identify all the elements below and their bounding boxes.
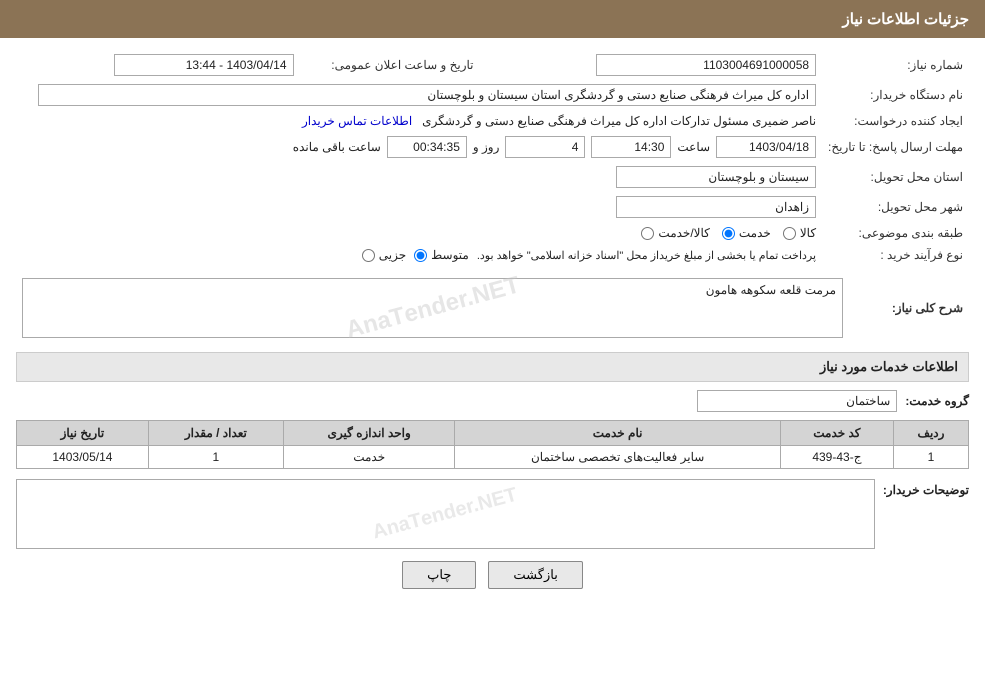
watermark: AnaТender.NET bbox=[343, 271, 523, 344]
ijad-link[interactable]: اطلاعات تماس خریدار bbox=[302, 114, 412, 128]
mohlat-date: 1403/04/18 bbox=[716, 136, 816, 158]
radio-motevaset-label: متوسط bbox=[431, 248, 469, 262]
th-code: کد خدمت bbox=[780, 421, 893, 446]
table-row: 1ج-43-439سایر فعالیت‌های تخصصی ساختمانخد… bbox=[17, 446, 969, 469]
farayand-note: پرداخت تمام یا بخشی از مبلغ خریداز محل "… bbox=[477, 249, 816, 262]
mohlat-countdown: 00:34:35 bbox=[387, 136, 467, 158]
tarikh-label: تاریخ و ساعت اعلان عمومی: bbox=[300, 50, 480, 80]
print-button[interactable]: چاپ bbox=[402, 561, 476, 589]
radio-khedmat-label: خدمت bbox=[739, 226, 771, 240]
sharh-value: مرمت قلعه سکوهه هامون bbox=[706, 283, 836, 297]
buttons-row: بازگشت چاپ bbox=[16, 561, 969, 589]
radio-kala-khedmat-label: کالا/خدمت bbox=[658, 226, 709, 240]
shahr-label: شهر محل تحویل: bbox=[822, 192, 969, 222]
th-unit: واحد اندازه گیری bbox=[283, 421, 454, 446]
radio-kala-khedmat[interactable] bbox=[641, 227, 654, 240]
ijad-value: ناصر ضمیری مسئول تدارکات اداره کل میراث … bbox=[422, 114, 816, 128]
mohlat-label: مهلت ارسال پاسخ: تا تاریخ: bbox=[822, 132, 969, 162]
mohlat-time: 14:30 bbox=[591, 136, 671, 158]
buyer-desc-label: توضیحات خریدار: bbox=[883, 479, 969, 497]
radio-jozii[interactable] bbox=[362, 249, 375, 262]
services-title: اطلاعات خدمات مورد نیاز bbox=[16, 352, 969, 382]
th-row: ردیف bbox=[893, 421, 968, 446]
radio-kala[interactable] bbox=[783, 227, 796, 240]
page-header: جزئیات اطلاعات نیاز bbox=[0, 0, 985, 38]
shahr-value: زاهدان bbox=[616, 196, 816, 218]
group-label: گروه خدمت: bbox=[905, 394, 969, 408]
group-value: ساختمان bbox=[697, 390, 897, 412]
shomara-label: شماره نیاز: bbox=[822, 50, 969, 80]
radio-kala-label: کالا bbox=[800, 226, 816, 240]
ostan-value: سیستان و بلوچستان bbox=[616, 166, 816, 188]
sharh-box: AnaТender.NET مرمت قلعه سکوهه هامون bbox=[22, 278, 843, 338]
buyer-desc-section: توضیحات خریدار: AnaТender.NET bbox=[16, 479, 969, 549]
sharh-table: شرح کلی نیاز: AnaТender.NET مرمت قلعه سک… bbox=[16, 274, 969, 342]
radio-jozii-label: جزیی bbox=[379, 248, 406, 262]
page-title: جزئیات اطلاعات نیاز bbox=[843, 11, 970, 28]
buyer-desc-box: AnaТender.NET bbox=[16, 479, 875, 549]
group-row: گروه خدمت: ساختمان bbox=[16, 390, 969, 412]
mohlat-time-label: ساعت bbox=[677, 140, 710, 154]
services-table: ردیف کد خدمت نام خدمت واحد اندازه گیری ت… bbox=[16, 420, 969, 469]
mohlat-roz: 4 bbox=[505, 136, 585, 158]
mohlat-baqi-label: ساعت باقی مانده bbox=[293, 140, 381, 154]
tabaghebandi-label: طبقه بندی موضوعی: bbox=[822, 222, 969, 244]
th-date: تاریخ نیاز bbox=[17, 421, 149, 446]
info-table: شماره نیاز: 1103004691000058 تاریخ و ساع… bbox=[16, 50, 969, 266]
th-count: تعداد / مقدار bbox=[148, 421, 283, 446]
tarikh-value: 1403/04/14 - 13:44 bbox=[114, 54, 294, 76]
sharh-label: شرح کلی نیاز: bbox=[849, 274, 969, 342]
nam-dastgah-value: اداره کل میراث فرهنگی صنایع دستی و گردشگ… bbox=[38, 84, 816, 106]
nooe-farayand-label: نوع فرآیند خرید : bbox=[822, 244, 969, 266]
nam-dastgah-label: نام دستگاه خریدار: bbox=[822, 80, 969, 110]
back-button[interactable]: بازگشت bbox=[488, 561, 582, 589]
ijad-label: ایجاد کننده درخواست: bbox=[822, 110, 969, 132]
radio-motevaset[interactable] bbox=[414, 249, 427, 262]
shomara-value: 1103004691000058 bbox=[596, 54, 816, 76]
radio-khedmat[interactable] bbox=[722, 227, 735, 240]
watermark2: AnaТender.NET bbox=[371, 484, 521, 545]
ostan-label: استان محل تحویل: bbox=[822, 162, 969, 192]
th-name: نام خدمت bbox=[455, 421, 780, 446]
mohlat-roz-label: روز و bbox=[473, 140, 500, 154]
